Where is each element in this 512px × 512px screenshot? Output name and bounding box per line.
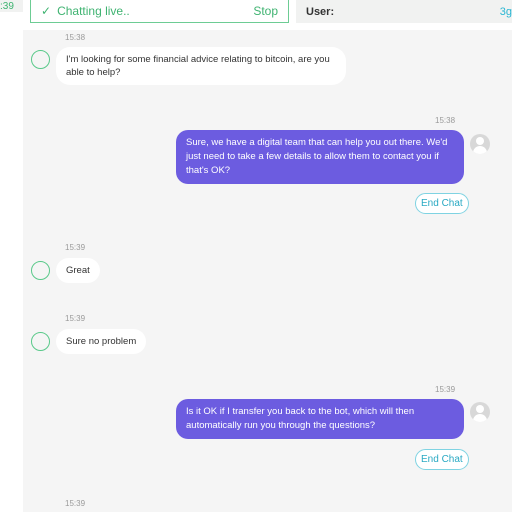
end-chat-button[interactable]: End Chat <box>415 449 469 470</box>
incoming-message: Great <box>56 258 100 283</box>
chat-transcript[interactable]: 15:38 I'm looking for some financial adv… <box>23 30 512 512</box>
agent-avatar-icon <box>470 402 490 422</box>
end-chat-button[interactable]: End Chat <box>415 193 469 214</box>
visitor-avatar-icon <box>31 332 50 351</box>
chat-status-bar: ✓ Chatting live.. Stop <box>30 0 289 23</box>
checkmark-icon: ✓ <box>41 4 52 18</box>
visitor-avatar-icon <box>31 261 50 280</box>
user-label: User: <box>306 5 335 18</box>
left-panel-time: :39 <box>0 1 14 12</box>
chat-status-label: Chatting live.. <box>57 4 130 18</box>
user-info-bar: User: 3g <box>296 0 512 23</box>
incoming-message: Sure no problem <box>56 329 147 354</box>
outgoing-message: Sure, we have a digital team that can he… <box>176 130 464 184</box>
left-panel: :39 <box>0 0 23 512</box>
left-panel-header: :39 <box>0 0 23 12</box>
outgoing-message: Is it OK if I transfer you back to the b… <box>176 399 464 439</box>
user-value[interactable]: 3g <box>500 6 512 18</box>
message-time: 15:38 <box>65 33 86 42</box>
incoming-message: I'm looking for some financial advice re… <box>56 47 346 85</box>
message-time: 15:39 <box>435 385 456 394</box>
stop-button[interactable]: Stop <box>253 4 278 18</box>
agent-avatar-icon <box>470 134 490 154</box>
message-time: 15:38 <box>435 116 456 125</box>
message-time: 15:39 <box>65 314 86 323</box>
visitor-avatar-icon <box>31 50 50 69</box>
message-time: 15:39 <box>65 243 86 252</box>
message-time: 15:39 <box>65 499 86 508</box>
